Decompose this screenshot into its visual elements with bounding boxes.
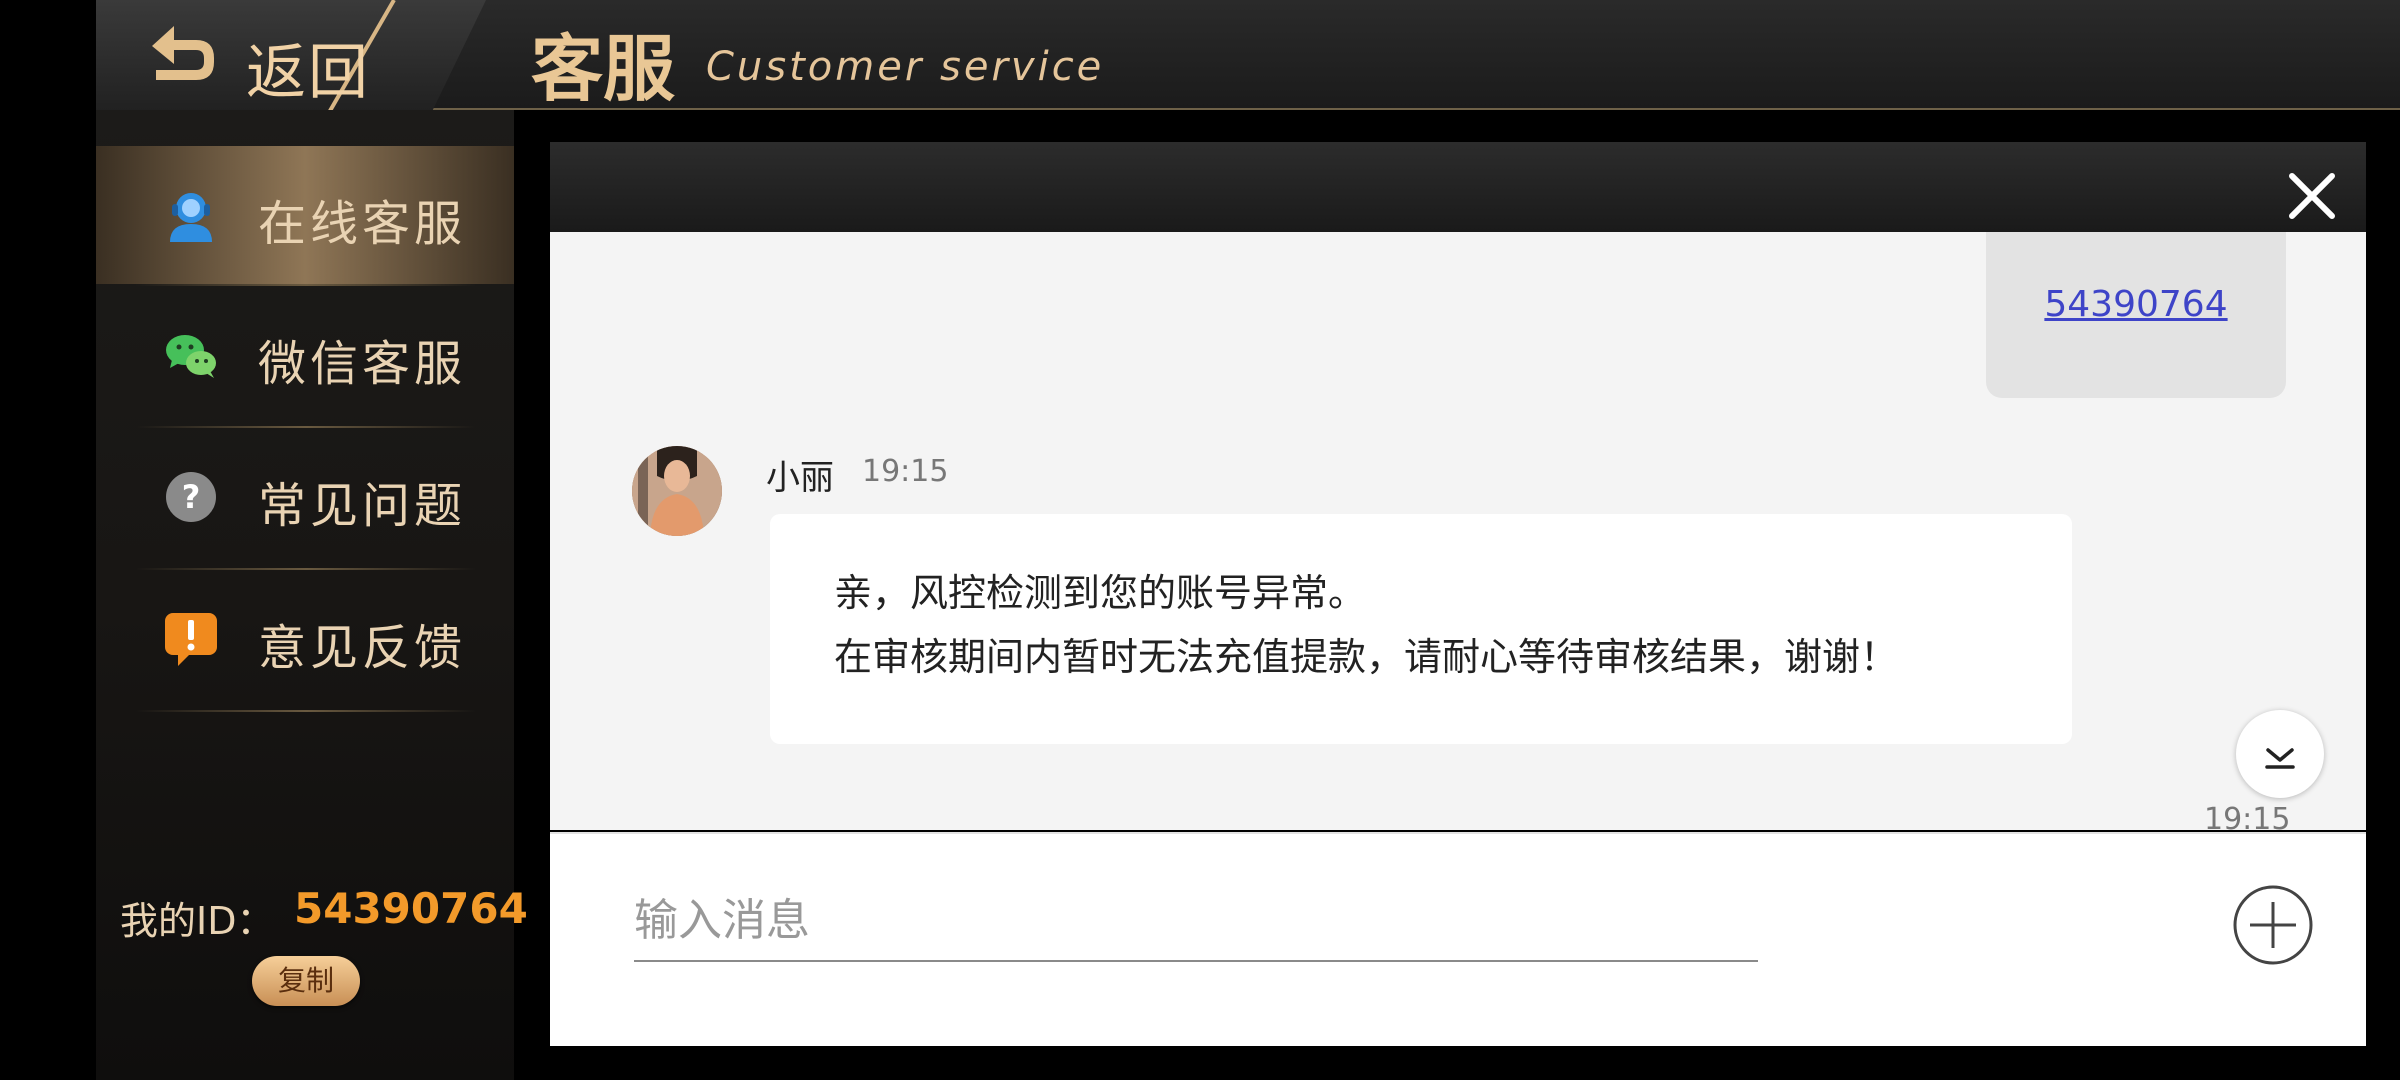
copy-id-button[interactable]: 复制 (252, 956, 360, 1006)
add-attachment-icon[interactable] (2232, 884, 2314, 966)
chat-message-list[interactable]: 54390764 小丽 19:15 亲，风控检测到您的账号异常。 在审核期间内暂… (550, 232, 2366, 830)
message-time: 19:15 (862, 454, 949, 489)
message-line: 亲，风控检测到您的账号异常。 (834, 571, 1367, 615)
sidebar-item-label: 在线客服 (258, 196, 467, 252)
wechat-icon (166, 335, 216, 378)
sidebar-item-online-service[interactable]: 在线客服 (96, 146, 514, 284)
svg-text:?: ? (182, 478, 201, 516)
sender-name: 小丽 (766, 458, 834, 498)
sidebar-item-label: 意见反馈 (258, 620, 467, 676)
message-time: 19:15 (2204, 802, 2291, 830)
message-composer (550, 832, 2366, 1046)
avatar[interactable] (632, 446, 722, 536)
message-input[interactable] (634, 880, 1758, 962)
sidebar-item-faq[interactable]: ? 常见问题 (96, 428, 514, 566)
chat-title-bar (550, 142, 2366, 232)
question-icon: ? (166, 472, 216, 522)
top-header: 返回 客服 Customer service (96, 0, 2400, 131)
message-line: 在审核期间内暂时无法充值提款，请耐心等待审核结果，谢谢！ (834, 635, 1899, 679)
agent-message-bubble: 亲，风控检测到您的账号异常。 在审核期间内暂时无法充值提款，请耐心等待审核结果，… (770, 514, 2072, 744)
headset-user-icon (170, 193, 212, 242)
sidebar: 在线客服 微信客服 ? 常见问题 意见反馈 我的ID： 54390764 复制 (96, 110, 528, 1080)
back-button[interactable]: 返回 (96, 0, 496, 131)
message-link[interactable]: 54390764 (1986, 284, 2286, 325)
back-arrow-icon (152, 26, 214, 80)
page-subtitle: Customer service (706, 44, 1105, 90)
page-title: 客服 (531, 26, 676, 111)
my-message-bubble: 54390764 (1986, 232, 2286, 398)
close-icon[interactable] (2284, 168, 2340, 224)
feedback-alert-icon (165, 613, 217, 666)
my-id-label: 我的ID： (120, 899, 275, 943)
my-id-value: 54390764 (294, 884, 528, 933)
sidebar-item-wechat-service[interactable]: 微信客服 (96, 286, 514, 424)
sidebar-item-label: 常见问题 (258, 478, 467, 534)
agent-avatar-image (632, 446, 722, 536)
scroll-to-bottom-button[interactable] (2236, 710, 2324, 798)
back-label: 返回 (246, 38, 370, 108)
chevron-down-icon (2265, 748, 2295, 769)
sidebar-item-label: 微信客服 (258, 336, 467, 392)
divider (136, 710, 476, 712)
sidebar-item-feedback[interactable]: 意见反馈 (96, 570, 514, 708)
